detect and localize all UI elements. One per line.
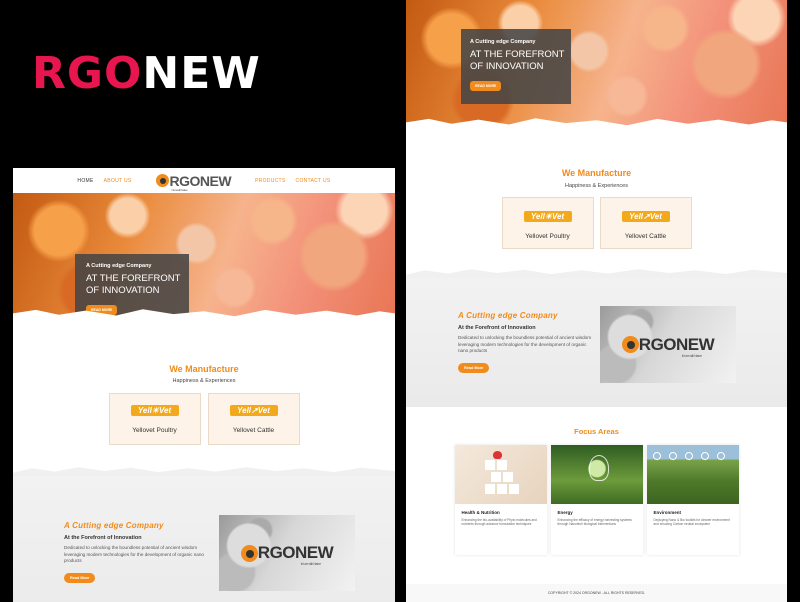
- brand-wordmark: RGONEW: [32, 52, 261, 96]
- focus-areas-section: Focus Areas Health & Nutrition Enhancing…: [406, 407, 787, 555]
- product-cards: Yell☀Vet Yellovet Poultry Yell↗Vet Yello…: [13, 393, 395, 445]
- logo-o-mark: [240, 544, 258, 562]
- logo-tagline: In tune with Nature: [300, 562, 321, 566]
- product-name: Yellovet Poultry: [132, 427, 177, 434]
- health-blocks-image: [454, 445, 547, 504]
- about-row: A Cutting edge Company At the Forefront …: [13, 475, 395, 591]
- presentation-canvas: RGONEW HOME ABOUT US RGONEW In tune with…: [0, 0, 800, 602]
- bulb-plant-image: [550, 445, 643, 504]
- about-subtitle: At the Forefront of Innovation: [458, 325, 536, 331]
- site-logo[interactable]: RGONEW In tune with Nature: [155, 172, 232, 192]
- about-title: A Cutting edge Company: [64, 521, 164, 530]
- brand-wordmark-rest: NEW: [142, 48, 261, 99]
- bike-icon: [684, 452, 693, 460]
- logo-text: RGONEW: [638, 334, 715, 354]
- hero-banner: A Cutting edge Company AT THE FOREFRONT …: [13, 193, 395, 319]
- focus-card-title: Environment: [653, 510, 682, 515]
- plant-icon: [700, 452, 709, 460]
- focus-card-body: Environment Deploying Nano & Bio toolkit…: [647, 504, 739, 533]
- nav-item-home[interactable]: HOME: [77, 178, 93, 184]
- manufacture-title: We Manufacture: [561, 168, 632, 178]
- hero-banner: A Cutting edge Company AT THE FOREFRONT …: [406, 0, 787, 128]
- desktop-page-mockup: HOME ABOUT US RGONEW In tune with Nature…: [13, 168, 395, 602]
- about-section: A Cutting edge Company At the Forefront …: [406, 277, 787, 407]
- manufacture-section: We Manufacture Happiness & Experiences Y…: [406, 128, 787, 249]
- about-row: A Cutting edge Company At the Forefront …: [406, 277, 787, 383]
- top-nav: HOME ABOUT US RGONEW In tune with Nature…: [13, 168, 395, 193]
- focus-cards: Health & Nutrition Enhancing the bio-ava…: [406, 445, 787, 555]
- hero-headline: AT THE FOREFRONT OF INNOVATION: [470, 49, 565, 73]
- footer-copyright: COPYRIGHT © 2024 ORGONEW - ALL RIGHTS RE…: [547, 591, 646, 595]
- about-subtitle: At the Forefront of Innovation: [64, 535, 142, 541]
- focus-card-text: Enhancing the bio-availability of Phyto …: [461, 518, 537, 527]
- about-read-more-button[interactable]: Read More: [64, 572, 96, 583]
- focus-card-text: Enhancing the efficacy of energy harvest…: [557, 518, 632, 527]
- logo-tagline: In tune with Nature: [681, 353, 702, 358]
- yellovet-logo: Yell☀Vet: [130, 405, 179, 416]
- product-cards: Yell☀Vet Yellovet Poultry Yell↗Vet Yello…: [406, 197, 787, 249]
- nav-item-contact[interactable]: CONTACT US: [296, 178, 331, 184]
- focus-card-health[interactable]: Health & Nutrition Enhancing the bio-ava…: [454, 445, 547, 555]
- logo-o-mark: [621, 336, 639, 353]
- about-title: A Cutting edge Company: [458, 311, 558, 320]
- logo-text: RGONEW: [169, 172, 232, 189]
- focus-card-text: Deploying Nano & Bio toolkits for cleane…: [653, 518, 730, 527]
- yellovet-logo: Yell↗Vet: [229, 405, 278, 416]
- product-name: Yellovet Cattle: [624, 233, 667, 240]
- product-card-cattle[interactable]: Yell↗Vet Yellovet Cattle: [207, 393, 300, 445]
- hero-card: A Cutting edge Company AT THE FOREFRONT …: [75, 254, 189, 319]
- footer: COPYRIGHT © 2024 ORGONEW - ALL RIGHTS RE…: [406, 584, 787, 602]
- product-name: Yellovet Poultry: [525, 233, 570, 240]
- product-card-poultry[interactable]: Yell☀Vet Yellovet Poultry: [108, 393, 201, 445]
- logo-text: RGONEW: [257, 543, 334, 562]
- manufacture-title: We Manufacture: [169, 364, 239, 374]
- product-name: Yellovet Cattle: [232, 427, 275, 434]
- about-description: Dedicated to unlocking the boundless pot…: [64, 545, 204, 564]
- hero-kicker: A Cutting edge Company: [86, 263, 152, 269]
- about-logo: RGONEW In tune with Nature: [621, 334, 715, 358]
- about-image: RGONEW In tune with Nature: [219, 515, 355, 591]
- focus-title: Focus Areas: [574, 427, 619, 436]
- focus-card-energy[interactable]: Energy Enhancing the efficacy of energy …: [550, 445, 643, 555]
- focus-card-title: Health & Nutrition: [461, 510, 500, 515]
- leaf-icon: [652, 452, 661, 460]
- focus-card-body: Energy Enhancing the efficacy of energy …: [551, 504, 643, 533]
- field-icons-image: [646, 445, 739, 504]
- product-card-cattle[interactable]: Yell↗Vet Yellovet Cattle: [599, 197, 692, 249]
- yellovet-logo: Yell↗Vet: [621, 211, 670, 222]
- logo-tagline: In tune with Nature: [171, 187, 188, 192]
- yellovet-logo: Yell☀Vet: [523, 211, 572, 222]
- about-logo: RGONEW In tune with Nature: [240, 543, 334, 566]
- manufacture-subtitle: Happiness & Experiences: [565, 183, 628, 189]
- manufacture-subtitle: Happiness & Experiences: [172, 378, 236, 384]
- about-section: A Cutting edge Company At the Forefront …: [13, 475, 395, 602]
- product-card-poultry[interactable]: Yell☀Vet Yellovet Poultry: [501, 197, 594, 249]
- focus-card-title: Energy: [557, 510, 573, 515]
- about-read-more-button[interactable]: Read More: [458, 362, 490, 373]
- brand-wordmark-highlight: RGO: [32, 48, 143, 99]
- nav-item-about[interactable]: ABOUT US: [104, 178, 132, 184]
- about-description: Dedicated to unlocking the boundless pot…: [458, 335, 592, 354]
- about-text-block: A Cutting edge Company At the Forefront …: [64, 521, 214, 591]
- hero-card: A Cutting edge Company AT THE FOREFRONT …: [461, 29, 571, 104]
- focus-card-environment[interactable]: Environment Deploying Nano & Bio toolkit…: [646, 445, 739, 555]
- hero-read-more-button[interactable]: READ MORE: [86, 304, 118, 315]
- manufacture-section: We Manufacture Happiness & Experiences Y…: [13, 319, 395, 445]
- hero-read-more-button[interactable]: READ MORE: [470, 80, 502, 91]
- scrolling-page-mockup: A Cutting edge Company AT THE FOREFRONT …: [406, 0, 787, 602]
- hero-kicker: A Cutting edge Company: [470, 39, 536, 45]
- recycle-icon: [668, 452, 677, 460]
- about-image: RGONEW In tune with Nature: [600, 306, 736, 383]
- logo-o-mark: [155, 174, 169, 187]
- drop-icon: [716, 452, 725, 460]
- focus-card-body: Health & Nutrition Enhancing the bio-ava…: [455, 504, 547, 533]
- about-text-block: A Cutting edge Company At the Forefront …: [458, 311, 596, 383]
- hero-headline: AT THE FOREFRONT OF INNOVATION: [86, 273, 181, 297]
- nav-item-products[interactable]: PRODUCTS: [255, 178, 285, 184]
